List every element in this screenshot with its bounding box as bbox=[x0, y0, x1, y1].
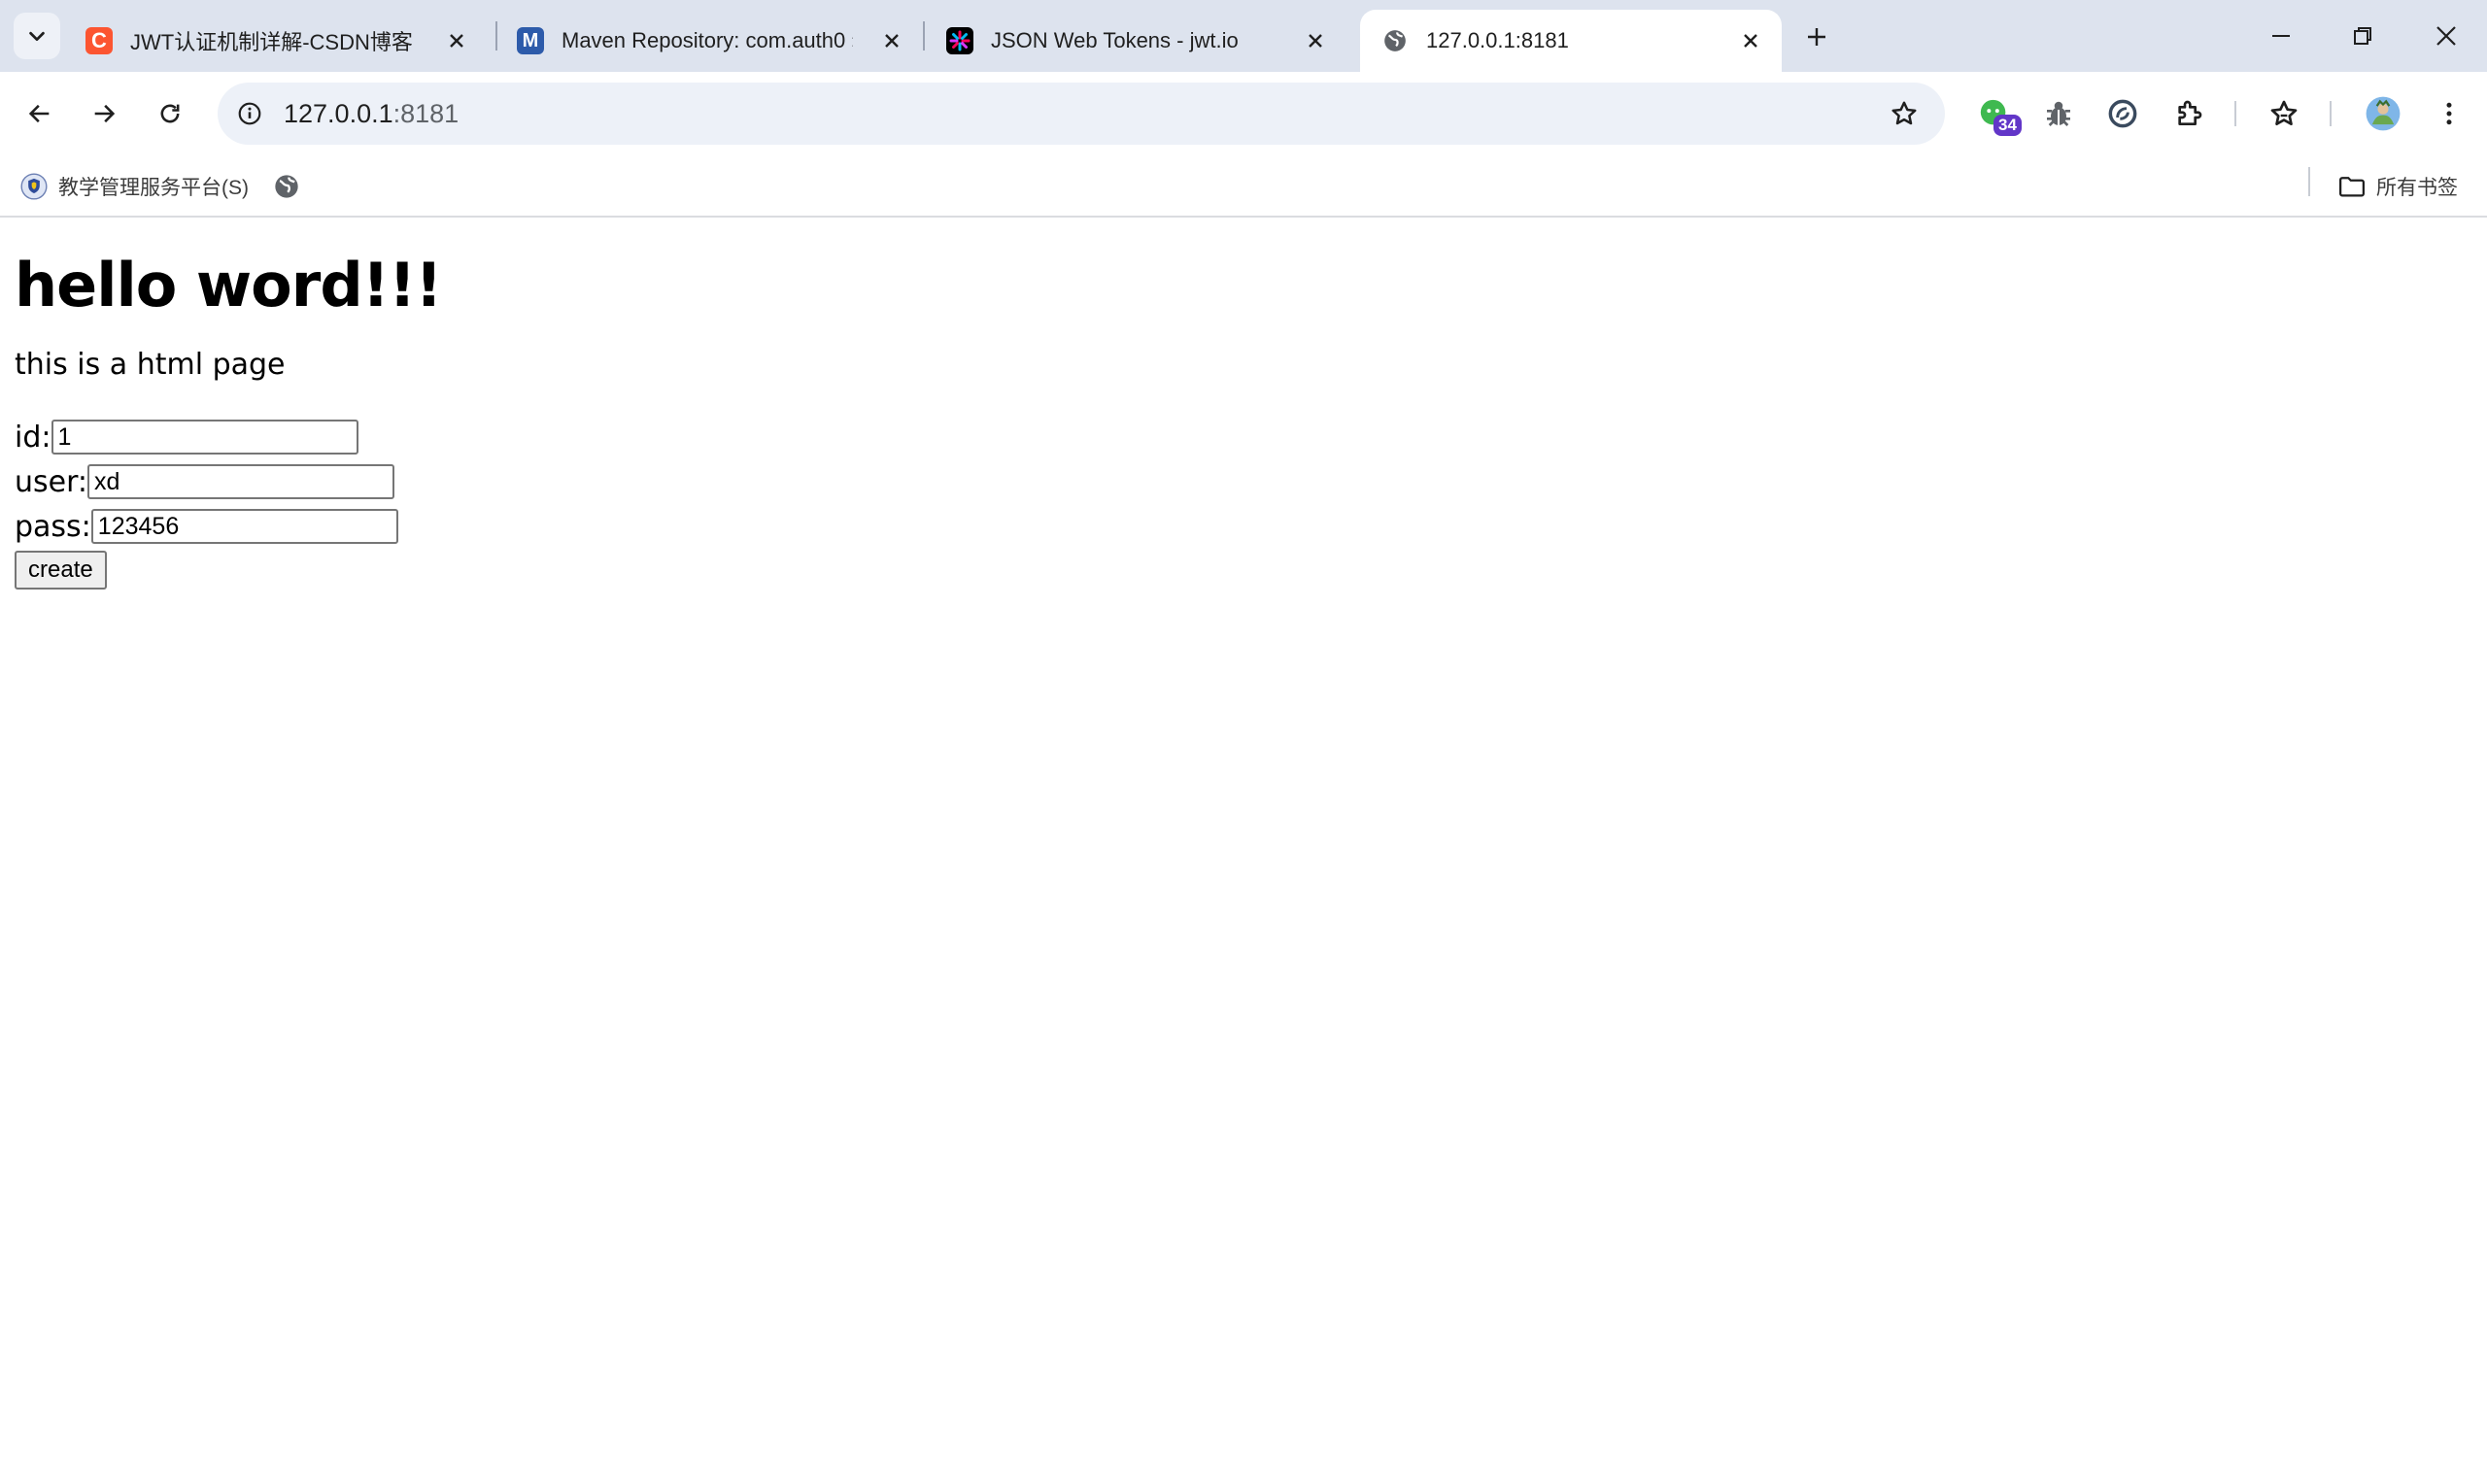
profile-button[interactable] bbox=[2361, 91, 2405, 136]
user-input[interactable] bbox=[87, 464, 395, 499]
bookmark-label: 教学管理服务平台(S) bbox=[58, 177, 249, 199]
tab-search-button[interactable] bbox=[14, 13, 60, 59]
tab-csdn[interactable]: C JWT认证机制详解-CSDN博客 bbox=[64, 10, 488, 72]
globe-icon bbox=[1381, 27, 1409, 54]
page-subtitle: this is a html page bbox=[15, 348, 286, 382]
extension-button-wechat[interactable]: 34 bbox=[1972, 91, 2022, 136]
menu-button[interactable] bbox=[2427, 91, 2471, 136]
reload-button[interactable] bbox=[148, 91, 192, 136]
globe-icon bbox=[272, 172, 301, 201]
tab-localhost[interactable]: 127.0.0.1:8181 bbox=[1360, 10, 1782, 72]
puzzle-icon bbox=[2178, 100, 2202, 125]
address-bar[interactable]: 127.0.0.1:8181 bbox=[218, 83, 1945, 145]
site-info-icon[interactable] bbox=[231, 95, 268, 132]
bookmarks-bar: 教学管理服务平台(S) 所有书签 bbox=[0, 155, 2487, 218]
extensions-menu-button[interactable] bbox=[2166, 91, 2211, 136]
shield-icon bbox=[19, 172, 49, 201]
extension-button-swirl[interactable] bbox=[2100, 91, 2145, 136]
tab-title: Maven Repository: com.auth0 » bbox=[562, 28, 853, 52]
toolbar-divider bbox=[2330, 101, 2332, 126]
more-vertical-icon bbox=[2446, 102, 2452, 125]
jwt-icon bbox=[946, 27, 973, 54]
close-icon[interactable] bbox=[1302, 27, 1329, 54]
url-port: :8181 bbox=[392, 99, 460, 128]
url-host: 127.0.0.1 bbox=[284, 99, 393, 128]
bookmark-item[interactable] bbox=[272, 167, 311, 206]
bookmark-star-icon[interactable] bbox=[1887, 96, 1922, 131]
minimize-icon bbox=[2272, 35, 2290, 37]
all-bookmarks-label: 所有书签 bbox=[2376, 177, 2458, 199]
folder-icon bbox=[2337, 172, 2367, 201]
arrow-right-icon bbox=[94, 104, 116, 123]
restore-button[interactable] bbox=[2334, 14, 2392, 58]
arrow-left-icon bbox=[28, 104, 50, 123]
avatar-icon bbox=[2366, 96, 2401, 131]
toolbar: 127.0.0.1:8181 34 bbox=[0, 72, 2487, 155]
bug-icon bbox=[2047, 101, 2070, 126]
page-heading: hello word!!! bbox=[15, 250, 443, 320]
chevron-down-icon bbox=[29, 31, 45, 42]
tab-maven[interactable]: M Maven Repository: com.auth0 » bbox=[495, 10, 923, 72]
bookmarks-side-panel-button[interactable] bbox=[2262, 91, 2306, 136]
pass-input[interactable] bbox=[90, 509, 398, 544]
tab-title: 127.0.0.1:8181 bbox=[1426, 28, 1569, 52]
id-input[interactable] bbox=[51, 420, 358, 455]
bookmarks-divider bbox=[2308, 167, 2310, 196]
pass-label: pass: bbox=[15, 509, 91, 544]
maven-icon: M bbox=[517, 27, 544, 54]
user-label: user: bbox=[15, 464, 88, 499]
tab-title: JSON Web Tokens - jwt.io bbox=[991, 28, 1239, 52]
new-tab-button[interactable] bbox=[1797, 17, 1836, 56]
close-window-button[interactable] bbox=[2417, 14, 2475, 58]
close-icon bbox=[2436, 26, 2456, 46]
all-bookmarks-button[interactable]: 所有书签 bbox=[2337, 167, 2458, 206]
create-button[interactable]: create bbox=[15, 551, 107, 590]
page-content: hello word!!! this is a html page id: us… bbox=[15, 219, 2472, 590]
close-icon[interactable] bbox=[443, 27, 470, 54]
minimize-button[interactable] bbox=[2252, 14, 2310, 58]
swirl-icon bbox=[2108, 99, 2137, 128]
close-icon[interactable] bbox=[878, 27, 905, 54]
tab-jwt[interactable]: JSON Web Tokens - jwt.io bbox=[925, 10, 1346, 72]
extension-button-bug[interactable] bbox=[2036, 91, 2081, 136]
tab-strip: C JWT认证机制详解-CSDN博客 M Maven Repository: c… bbox=[0, 0, 2487, 72]
url-text: 127.0.0.1:8181 bbox=[284, 99, 459, 129]
toolbar-divider bbox=[2234, 101, 2236, 126]
extension-badge: 34 bbox=[1993, 115, 2022, 136]
browser-window: C JWT认证机制详解-CSDN博客 M Maven Repository: c… bbox=[0, 0, 2487, 1484]
pass-row: pass: bbox=[15, 504, 2472, 549]
id-label: id: bbox=[15, 420, 51, 455]
plus-icon bbox=[1808, 28, 1825, 46]
restore-icon bbox=[2354, 27, 2371, 45]
id-row: id: bbox=[15, 415, 2472, 459]
csdn-icon: C bbox=[85, 27, 113, 54]
star-list-icon bbox=[2270, 100, 2298, 125]
forward-button[interactable] bbox=[82, 91, 126, 136]
reload-icon bbox=[160, 104, 180, 123]
create-user-form: id: user: pass: create bbox=[15, 415, 2472, 590]
close-icon[interactable] bbox=[1737, 27, 1764, 54]
user-row: user: bbox=[15, 459, 2472, 504]
back-button[interactable] bbox=[17, 91, 62, 136]
bookmark-item[interactable]: 教学管理服务平台(S) bbox=[19, 167, 249, 206]
tab-title: JWT认证机制详解-CSDN博客 bbox=[130, 30, 413, 54]
